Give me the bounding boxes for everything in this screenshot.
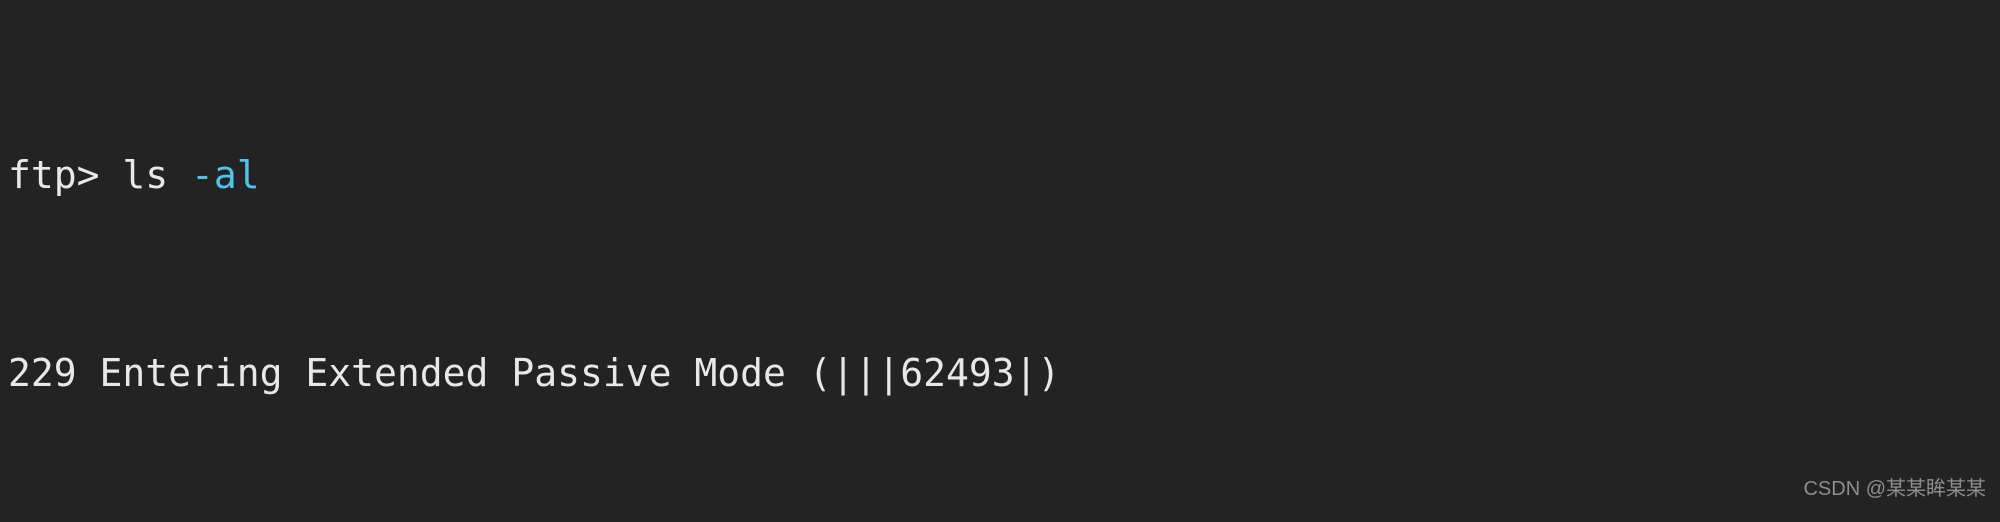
terminal-line-response-229: 229 Entering Extended Passive Mode (|||6…: [8, 350, 1061, 395]
ftp-prompt-label: ftp>: [8, 152, 123, 197]
terminal-window[interactable]: ftp> ls -al 229 Entering Extended Passiv…: [0, 0, 2000, 522]
terminal-line-command: ftp> ls -al: [8, 151, 1449, 201]
ftp-command-flag: -al: [191, 152, 260, 197]
csdn-watermark: CSDN @某某眸某某: [1803, 477, 1986, 500]
terminal-output: ftp> ls -al 229 Entering Extended Passiv…: [8, 2, 1449, 522]
ftp-command-text: ls: [122, 152, 192, 197]
